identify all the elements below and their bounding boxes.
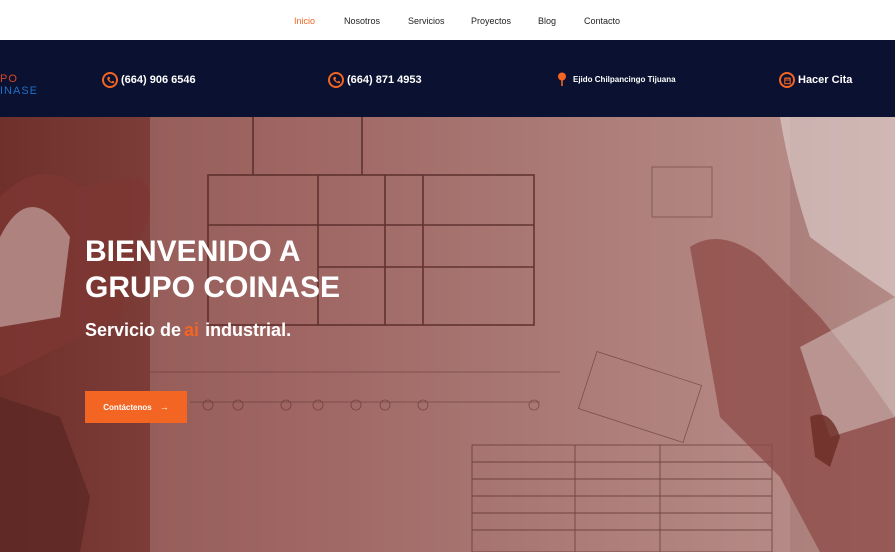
hero-subtitle-post: industrial. [205,320,292,340]
address-text: Ejido Chilpancingo Tijuana [573,75,676,84]
contact-button-label: Contáctenos [103,402,152,412]
phone-icon [102,72,118,88]
top-navigation: Inicio Nosotros Servicios Proyectos Blog… [0,0,895,40]
phone-1-text: (664) 906 6546 [121,74,196,86]
phone-2-text: (664) 871 4953 [347,74,422,86]
phone-2[interactable]: (664) 871 4953 [328,72,422,88]
nav-item-inicio[interactable]: Inicio [294,16,315,26]
info-bar: PO INASE (664) 906 6546 (664) 871 4953 E… [0,40,895,117]
logo[interactable]: PO INASE [0,73,42,101]
appointment-link[interactable]: Hacer Cita [779,72,852,88]
nav-item-proyectos[interactable]: Proyectos [471,16,511,26]
logo-text-bottom: INASE [0,85,39,97]
hero-subtitle: Servicio de ai industrial. [85,320,291,341]
address[interactable]: Ejido Chilpancingo Tijuana [557,72,676,87]
nav-item-nosotros[interactable]: Nosotros [344,16,380,26]
contact-button[interactable]: Contáctenos → [85,391,187,423]
hero-title-line-1: BIENVENIDO A [85,235,301,268]
calendar-icon [779,72,795,88]
phone-icon [328,72,344,88]
logo-text-top: PO [0,73,18,85]
hero-subtitle-accent: ai [184,320,200,340]
hero-title-line-2: GRUPO COINASE [85,271,341,304]
hero-title: BIENVENIDO A GRUPO COINASE [85,234,385,306]
appointment-text: Hacer Cita [798,74,853,86]
map-pin-icon [557,72,567,87]
nav-item-blog[interactable]: Blog [538,16,556,26]
nav-item-servicios[interactable]: Servicios [408,16,445,26]
hero-section: BIENVENIDO A GRUPO COINASE Servicio de ai… [0,117,895,552]
hero-subtitle-pre: Servicio de [85,320,182,340]
arrow-right-icon: → [159,402,169,412]
phone-1[interactable]: (664) 906 6546 [102,72,196,88]
nav-item-contacto[interactable]: Contacto [584,16,620,26]
